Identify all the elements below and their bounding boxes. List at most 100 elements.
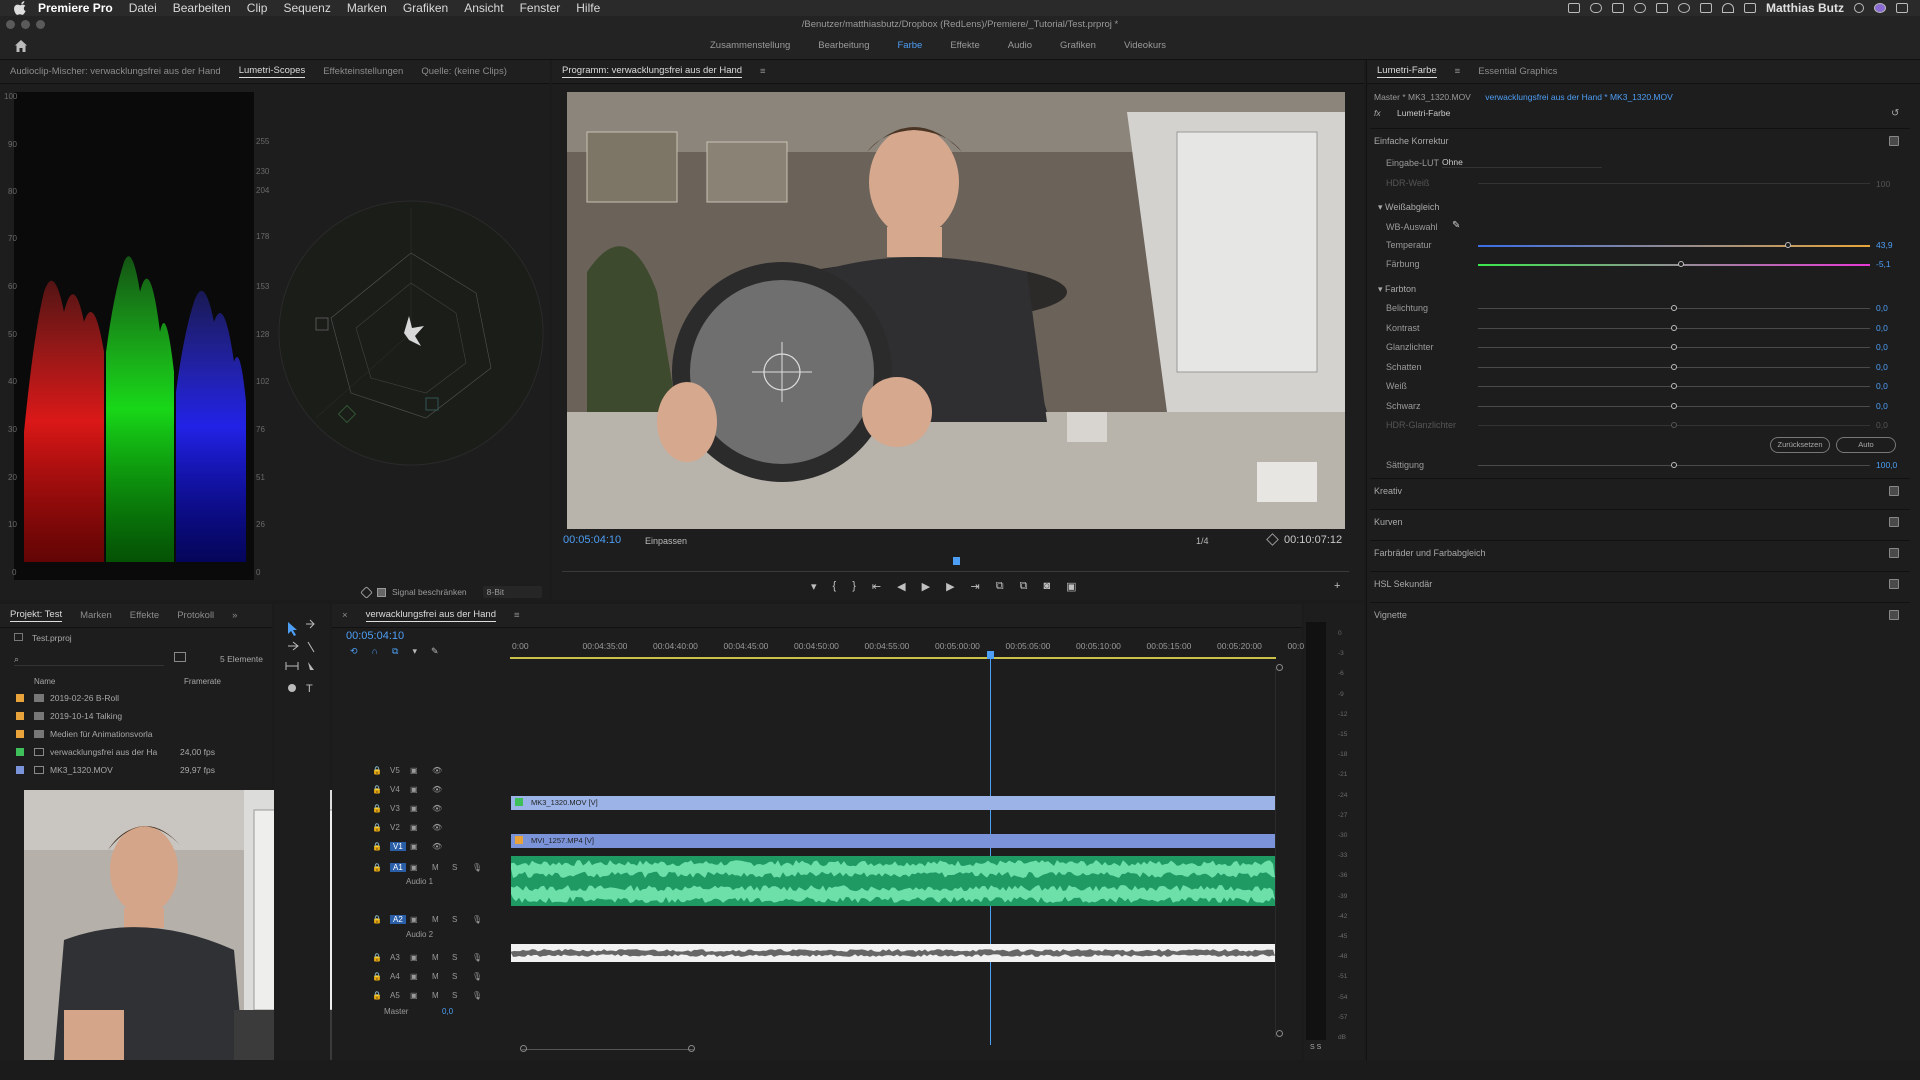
clip-a1[interactable] <box>511 856 1275 906</box>
cloud-icon[interactable] <box>1590 3 1602 13</box>
saturation-knob[interactable] <box>1671 462 1677 468</box>
section-header[interactable]: Farbräder und Farbabgleich <box>1374 548 1486 558</box>
mute-button[interactable]: M <box>432 915 439 924</box>
timeline-playhead-handle[interactable] <box>987 651 994 659</box>
go-to-out-button[interactable]: ⇥ <box>971 580 980 593</box>
track-label[interactable]: A3 <box>390 953 400 962</box>
meter-solo-labels[interactable]: S S <box>1310 1044 1321 1051</box>
scroll-handle-top[interactable] <box>1276 664 1283 671</box>
tab-source[interactable]: Quelle: (keine Clips) <box>421 66 507 77</box>
slider-track[interactable] <box>1478 245 1870 247</box>
sync-lock-icon[interactable]: ▣ <box>410 972 418 981</box>
timeline-settings-icon[interactable]: ✎ <box>431 646 439 657</box>
sync-lock-icon[interactable]: ▣ <box>410 953 418 962</box>
apple-icon[interactable] <box>14 1 28 15</box>
slider-track[interactable] <box>1478 264 1870 266</box>
solo-button[interactable]: S <box>452 915 457 924</box>
section-enable-checkbox[interactable] <box>1889 579 1899 589</box>
workspace-videokurs[interactable]: Videokurs <box>1124 40 1166 51</box>
eye-icon[interactable]: 👁 <box>432 804 442 813</box>
eye-icon[interactable]: 👁 <box>432 842 442 851</box>
solo-button[interactable]: S <box>452 953 457 962</box>
slider-value[interactable]: 0,0 <box>1876 323 1888 333</box>
go-to-in-button[interactable]: ⇤ <box>872 580 881 593</box>
workspace-effekte[interactable]: Effekte <box>950 40 979 51</box>
menu-app[interactable]: Premiere Pro <box>38 1 113 15</box>
menu-sequenz[interactable]: Sequenz <box>283 1 330 15</box>
user-name[interactable]: Matthias Butz <box>1766 1 1844 15</box>
project-search-input[interactable] <box>14 654 164 666</box>
lift-button[interactable]: ⧉ <box>996 580 1004 593</box>
search-icon[interactable] <box>1854 3 1864 13</box>
project-item[interactable]: Medien für Animationsvorla <box>16 726 266 742</box>
tab-lumetri-color[interactable]: Lumetri-Farbe <box>1377 65 1437 78</box>
track-label[interactable]: V4 <box>390 785 400 794</box>
menu-marken[interactable]: Marken <box>347 1 387 15</box>
solo-button[interactable]: S <box>452 972 457 981</box>
razor-tool-icon[interactable] <box>302 638 316 652</box>
slider-value[interactable]: 0,0 <box>1876 401 1888 411</box>
menu-bearbeiten[interactable]: Bearbeiten <box>173 1 231 15</box>
menu-hilfe[interactable]: Hilfe <box>576 1 600 15</box>
snap-icon[interactable]: ∩ <box>372 646 378 657</box>
slider-knob[interactable] <box>1671 305 1677 311</box>
tab-sequence[interactable]: verwacklungsfrei aus der Hand <box>365 609 496 622</box>
saturation-value[interactable]: 100,0 <box>1876 460 1897 470</box>
sync-lock-icon[interactable]: ▣ <box>410 991 418 1000</box>
menu-datei[interactable]: Datei <box>129 1 157 15</box>
siri-icon[interactable] <box>1874 3 1886 13</box>
workspace-audio[interactable]: Audio <box>1008 40 1032 51</box>
panel-menu-icon[interactable]: ≡ <box>760 66 766 77</box>
sync-lock-icon[interactable]: ▣ <box>410 842 418 851</box>
microphone-icon[interactable]: 🎙 <box>472 863 482 872</box>
sync-lock-icon[interactable]: ▣ <box>410 823 418 832</box>
export-frame-button[interactable]: ◙ <box>1043 580 1050 593</box>
solo-button[interactable]: S <box>452 863 457 872</box>
home-icon[interactable] <box>14 39 28 53</box>
menu-grafiken[interactable]: Grafiken <box>403 1 448 15</box>
clip-v2[interactable]: MK3_1320.MOV [V] <box>511 796 1275 810</box>
display-icon[interactable] <box>1656 3 1668 13</box>
tab-lumetri-scopes[interactable]: Lumetri-Scopes <box>238 65 306 78</box>
reset-effect-icon[interactable]: ↺ <box>1891 108 1899 119</box>
track-label[interactable]: V5 <box>390 766 400 775</box>
menu-ansicht[interactable]: Ansicht <box>464 1 503 15</box>
workspace-grafiken[interactable]: Grafiken <box>1060 40 1096 51</box>
tab-effect-controls[interactable]: Effekteinstellungen <box>323 66 403 77</box>
wrench-icon[interactable] <box>360 585 373 599</box>
lock-icon[interactable]: 🔒 <box>372 972 382 981</box>
tone-header[interactable]: ▾ Farbton <box>1378 284 1416 295</box>
scrubber-track[interactable] <box>562 571 1349 572</box>
sync-lock-icon[interactable]: ▣ <box>410 804 418 813</box>
sequence-clip-label[interactable]: verwacklungsfrei aus der Hand * MK3_1320… <box>1485 92 1673 102</box>
hand-tool-icon[interactable] <box>284 680 298 694</box>
nest-icon[interactable]: ⟲ <box>350 646 358 657</box>
wrench-icon[interactable] <box>1266 533 1279 546</box>
step-forward-button[interactable]: ▶ <box>946 580 954 593</box>
tab-history[interactable]: Protokoll <box>177 610 214 621</box>
play-button[interactable]: ▶ <box>922 580 930 593</box>
comparison-view-button[interactable]: ▣ <box>1066 580 1076 593</box>
slider-knob[interactable] <box>1671 324 1677 331</box>
mute-button[interactable]: M <box>432 991 439 1000</box>
slip-tool-icon[interactable] <box>284 658 298 672</box>
microphone-icon[interactable]: 🎙 <box>472 915 482 924</box>
resolution-select[interactable]: 1/4 <box>1196 536 1229 546</box>
microphone-icon[interactable]: 🎙 <box>472 991 482 1000</box>
close-icon[interactable]: × <box>342 610 348 621</box>
slider-value[interactable]: -5,1 <box>1876 259 1891 269</box>
time-machine-icon[interactable] <box>1678 3 1690 13</box>
clip-v1[interactable]: MVI_1257.MP4 [V] <box>511 834 1275 848</box>
section-enable-checkbox[interactable] <box>1889 517 1899 527</box>
lock-icon[interactable]: 🔒 <box>372 766 382 775</box>
pen-tool-icon[interactable] <box>302 658 316 672</box>
track-label[interactable]: A5 <box>390 991 400 1000</box>
section-enable-checkbox[interactable] <box>1889 486 1899 496</box>
tab-project[interactable]: Projekt: Test <box>10 609 63 622</box>
program-scrubber[interactable] <box>562 557 1349 577</box>
step-back-button[interactable]: ◀ <box>897 580 905 593</box>
work-area-bar[interactable] <box>510 657 1276 659</box>
bit-depth-select[interactable]: 8-Bit <box>482 586 543 598</box>
selection-tool-icon[interactable] <box>284 618 298 632</box>
track-label[interactable]: V3 <box>390 804 400 813</box>
